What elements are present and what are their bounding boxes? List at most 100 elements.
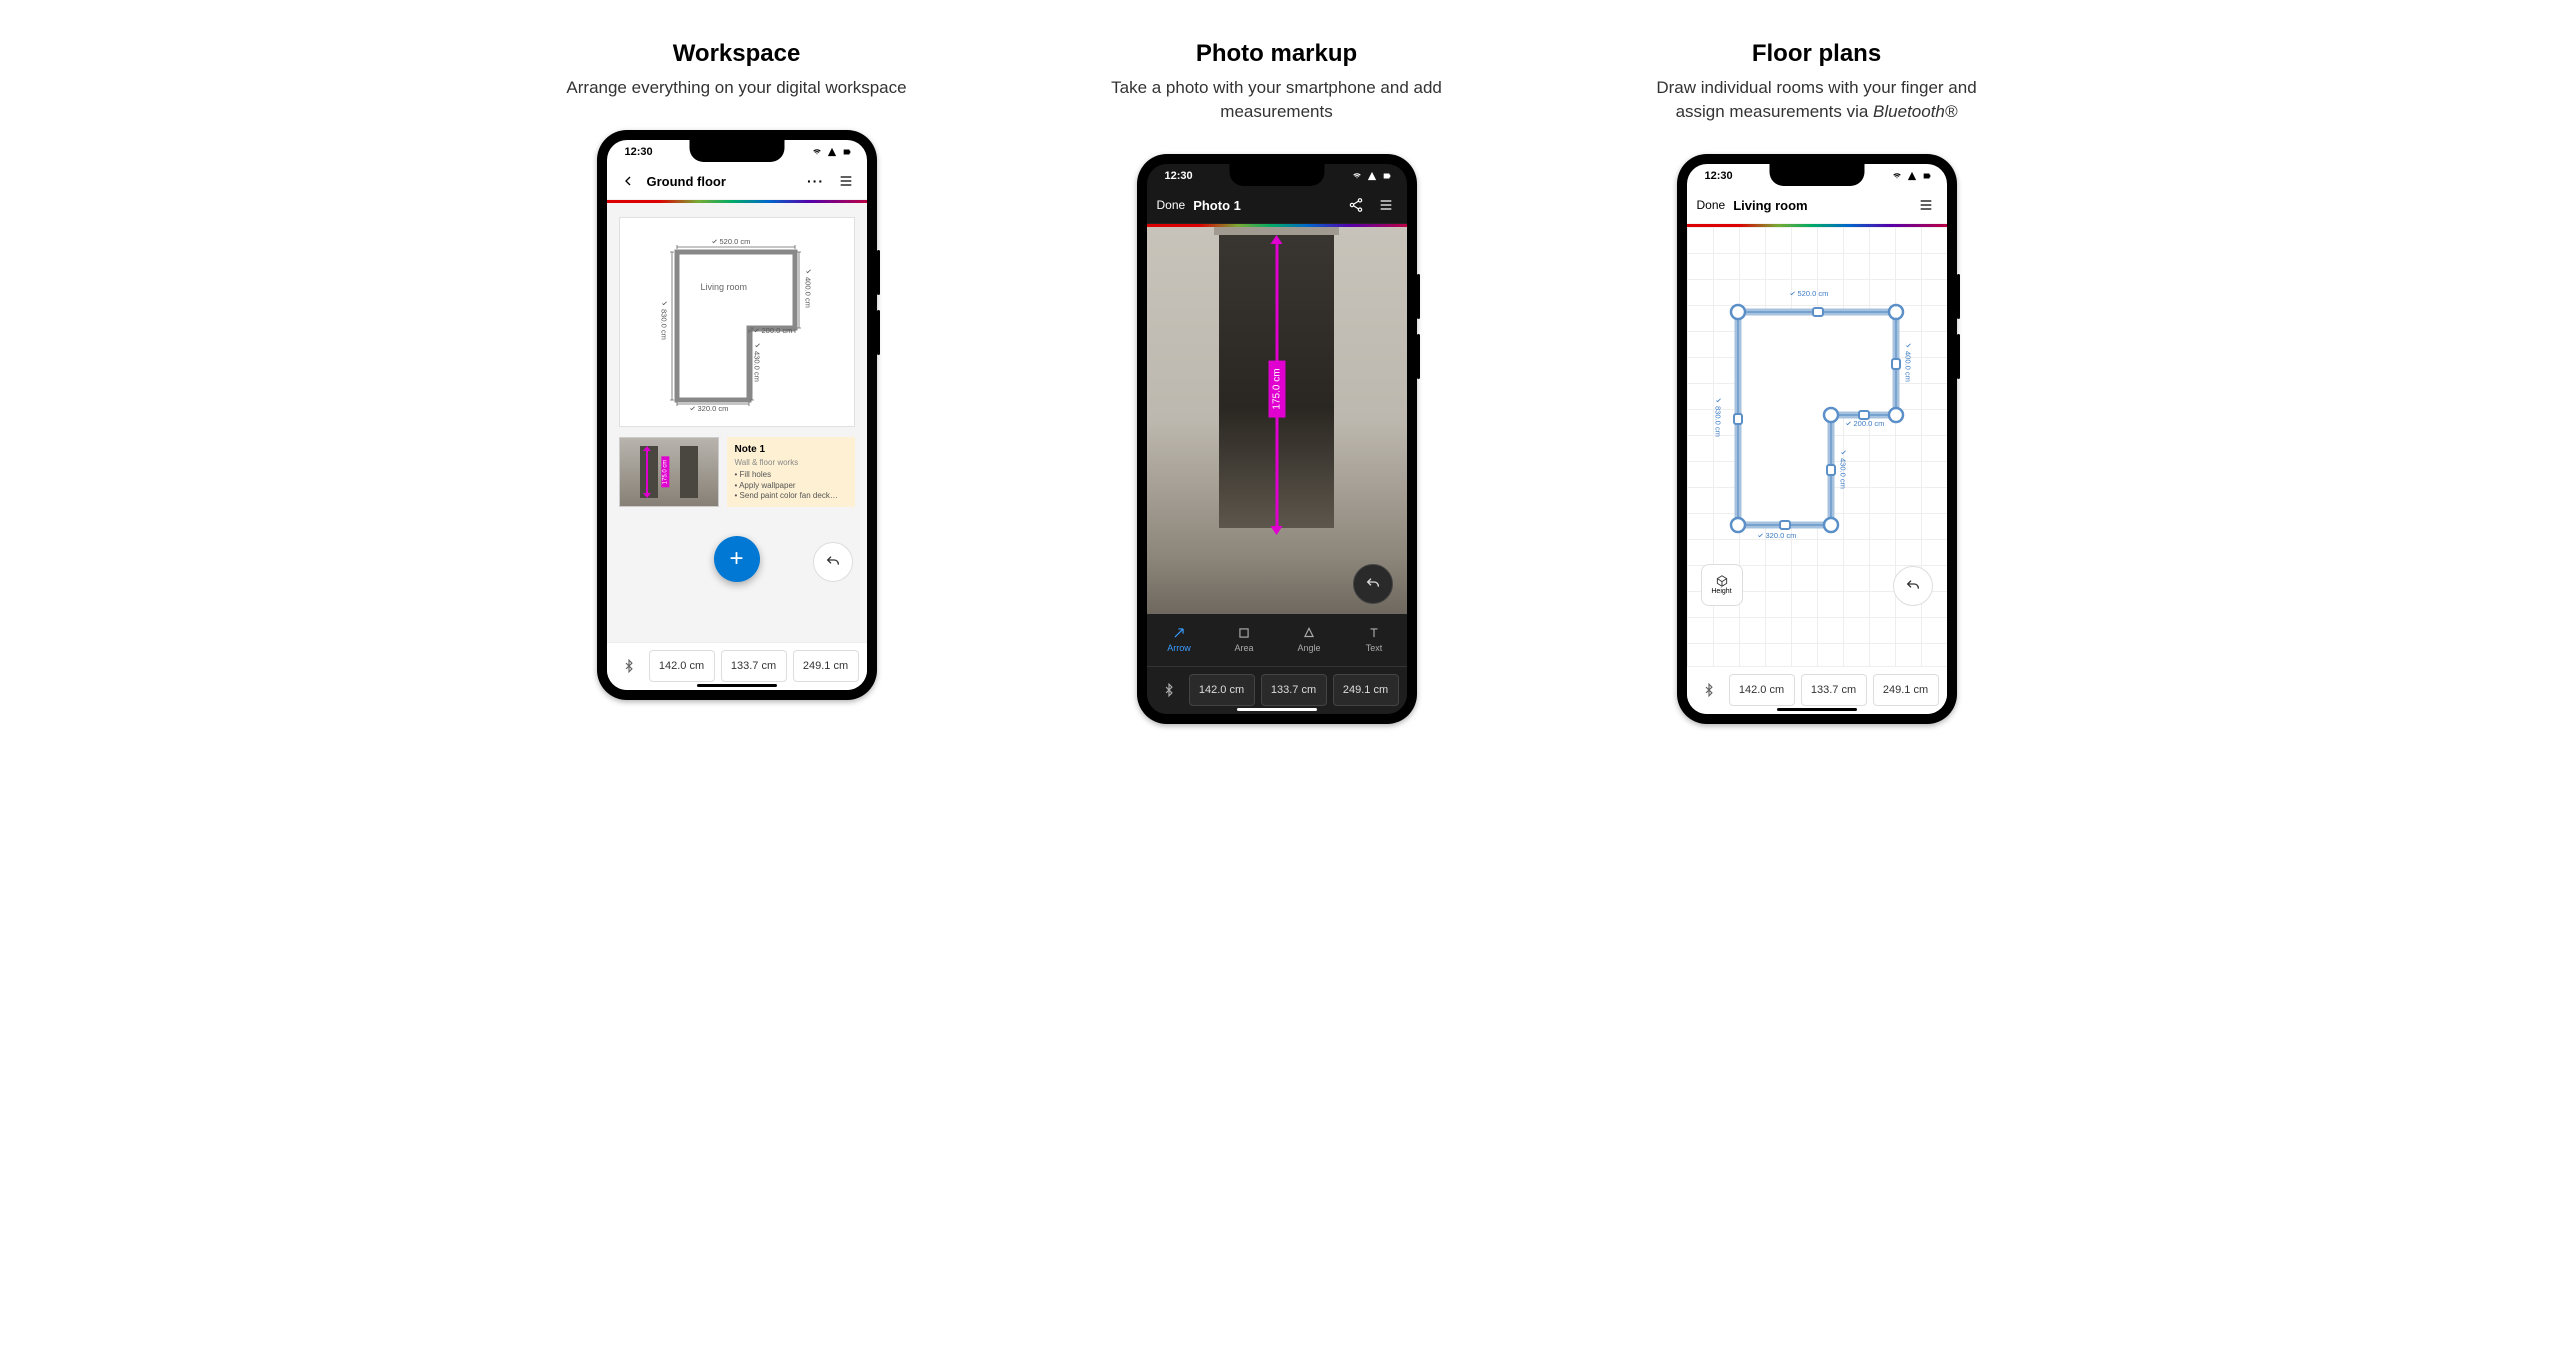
height-tool-button[interactable]: Height <box>1701 564 1743 606</box>
undo-button[interactable] <box>1353 564 1393 604</box>
status-icons <box>1351 171 1393 181</box>
status-time: 12:30 <box>625 146 653 158</box>
home-indicator <box>697 684 777 687</box>
tool-arrow[interactable]: Arrow <box>1147 614 1212 666</box>
measurement-value[interactable]: 249.1 cm <box>1333 674 1399 706</box>
bluetooth-icon <box>1162 683 1176 697</box>
feature-title: Workspace <box>673 40 801 68</box>
battery-icon <box>841 147 853 157</box>
area-tool-icon <box>1237 626 1251 640</box>
feature-workspace: Workspace Arrange everything on your dig… <box>537 40 937 700</box>
note-item: • Send paint color fan deck… <box>735 491 847 501</box>
screen: 12:30 Done Living room <box>1687 164 1947 714</box>
signal-icon <box>826 147 838 157</box>
dim-notch-top: 200.0 cm <box>753 326 793 335</box>
tool-text[interactable]: Text <box>1342 614 1407 666</box>
hamburger-icon <box>1378 197 1394 213</box>
arrow-tool-icon <box>1172 626 1186 640</box>
thumb-annotation-label: 175.0 cm <box>661 456 669 487</box>
dim-right-upper: 400.0 cm <box>804 268 813 308</box>
done-button[interactable]: Done <box>1697 198 1726 212</box>
signal-icon <box>1906 171 1918 181</box>
tool-angle[interactable]: Angle <box>1277 614 1342 666</box>
dim-notch-top: 200.0 cm <box>1845 419 1885 428</box>
measurement-value[interactable]: 133.7 cm <box>1801 674 1867 706</box>
measurement-value[interactable]: 249.1 cm <box>1873 674 1939 706</box>
back-button[interactable] <box>617 170 639 192</box>
share-button[interactable] <box>1345 194 1367 216</box>
measurement-value[interactable]: 142.0 cm <box>1729 674 1795 706</box>
notch <box>1769 164 1864 186</box>
done-button[interactable]: Done <box>1157 198 1186 212</box>
undo-button[interactable] <box>1893 566 1933 606</box>
menu-button[interactable] <box>1915 194 1937 216</box>
tool-area[interactable]: Area <box>1212 614 1277 666</box>
phone-frame: 12:30 Done Living room <box>1677 154 1957 724</box>
room-card[interactable]: 520.0 cm 830.0 cm 400.0 cm 200.0 cm 430.… <box>619 217 855 427</box>
wifi-icon <box>1351 171 1363 181</box>
feature-floor-plans: Floor plans Draw individual rooms with y… <box>1617 40 2017 724</box>
angle-tool-icon <box>1302 626 1316 640</box>
measurement-value[interactable]: 142.0 cm <box>1189 674 1255 706</box>
bluetooth-button[interactable] <box>1155 676 1183 704</box>
dim-top: 520.0 cm <box>1789 289 1829 298</box>
dim-notch-right: 430.0 cm <box>753 342 762 382</box>
menu-button[interactable] <box>1375 194 1397 216</box>
header-title: Living room <box>1733 198 1807 213</box>
markup-toolbar: Arrow Area Angle Text <box>1147 614 1407 666</box>
hamburger-icon <box>838 173 854 189</box>
status-time: 12:30 <box>1165 170 1193 182</box>
photo-thumbnail[interactable]: 175.0 cm <box>619 437 719 507</box>
feature-subtitle: Draw individual rooms with your finger a… <box>1637 76 1997 124</box>
home-indicator <box>1777 708 1857 711</box>
note-title: Note 1 <box>735 443 847 456</box>
home-indicator <box>1237 708 1317 711</box>
wifi-icon <box>1891 171 1903 181</box>
dim-left: 830.0 cm <box>660 300 669 340</box>
more-button[interactable]: ··· <box>805 170 827 192</box>
dim-left: 830.0 cm <box>1714 397 1723 437</box>
measurement-value[interactable]: 133.7 cm <box>721 650 787 682</box>
menu-button[interactable] <box>835 170 857 192</box>
dim-right-upper: 400.0 cm <box>1904 342 1913 382</box>
text-tool-icon <box>1367 626 1381 640</box>
bluetooth-icon <box>622 659 636 673</box>
measurement-value[interactable]: 133.7 cm <box>1261 674 1327 706</box>
status-icons <box>811 147 853 157</box>
dim-bottom: 320.0 cm <box>689 404 729 413</box>
note-subtitle: Wall & floor works <box>735 458 847 468</box>
measurement-value[interactable]: 142.0 cm <box>649 650 715 682</box>
note-card[interactable]: Note 1 Wall & floor works • Fill holes •… <box>727 437 855 508</box>
thumb-annotation-arrow <box>646 450 648 494</box>
add-button[interactable]: + <box>714 536 760 582</box>
measurement-value[interactable]: 249.1 cm <box>793 650 859 682</box>
feature-title: Photo markup <box>1196 40 1357 68</box>
note-item: • Apply wallpaper <box>735 481 847 491</box>
app-header: Done Living room <box>1687 188 1947 224</box>
status-icons <box>1891 171 1933 181</box>
undo-icon <box>1905 578 1921 594</box>
annotation-label[interactable]: 175.0 cm <box>1268 361 1285 418</box>
measurement-bar: 142.0 cm 133.7 cm 249.1 cm <box>1687 666 1947 714</box>
feature-title: Floor plans <box>1752 40 1881 68</box>
bluetooth-button[interactable] <box>1695 676 1723 704</box>
app-header: Done Photo 1 <box>1147 188 1407 224</box>
header-title: Ground floor <box>647 174 726 189</box>
height-icon <box>1714 574 1730 588</box>
room-outline <box>667 240 807 410</box>
battery-icon <box>1921 171 1933 181</box>
screen: 12:30 Ground floor ··· <box>607 140 867 690</box>
bluetooth-button[interactable] <box>615 652 643 680</box>
phone-frame: 12:30 Ground floor ··· <box>597 130 877 700</box>
undo-button[interactable] <box>813 542 853 582</box>
photo-canvas[interactable]: 175.0 cm <box>1147 227 1407 614</box>
measurement-bar: 142.0 cm 133.7 cm 249.1 cm <box>607 642 867 690</box>
wifi-icon <box>811 147 823 157</box>
undo-icon <box>825 554 841 570</box>
phone-frame: 12:30 Done Photo 1 <box>1137 154 1417 724</box>
undo-icon <box>1365 576 1381 592</box>
dim-notch-right: 430.0 cm <box>1839 449 1848 489</box>
feature-photo-markup: Photo markup Take a photo with your smar… <box>1077 40 1477 724</box>
dim-top: 520.0 cm <box>711 237 751 246</box>
note-item: • Fill holes <box>735 470 847 480</box>
